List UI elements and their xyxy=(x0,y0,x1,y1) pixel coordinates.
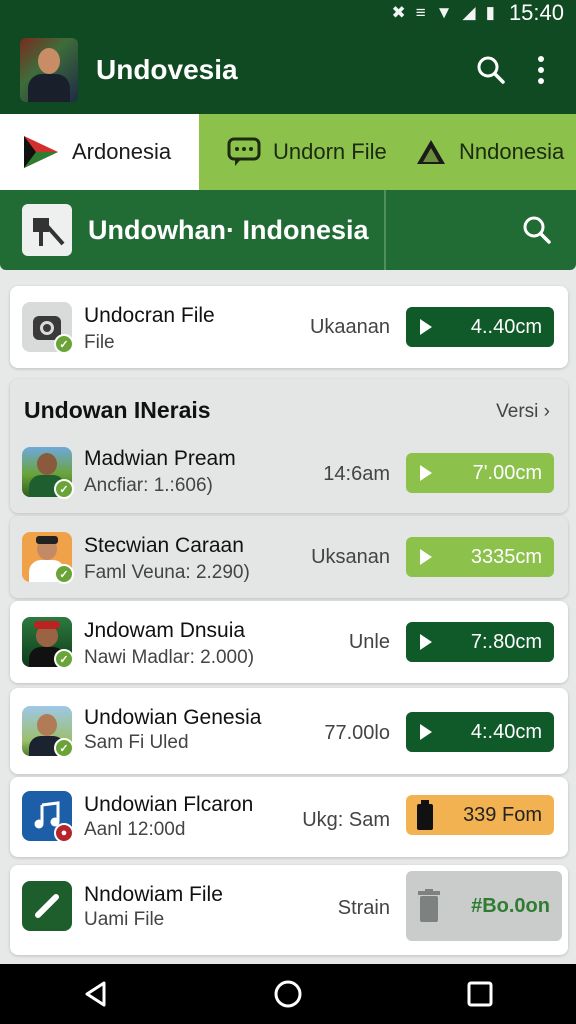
item-meta: 14:6am xyxy=(323,463,390,485)
action-label: 7:.80cm xyxy=(470,630,542,653)
section-card: Undowan INerais Versi › ✓ Madwian Pream … xyxy=(10,379,568,513)
action-label: 339 Fom xyxy=(463,803,542,826)
list-item[interactable]: ● Undowian Flcaron Aanl 12:00d Ukg: Sam … xyxy=(10,777,568,857)
home-icon[interactable] xyxy=(258,964,318,1024)
see-more-link[interactable]: Versi › xyxy=(496,401,550,423)
avatar[interactable] xyxy=(20,38,78,102)
check-icon: ✓ xyxy=(54,564,74,584)
action-label: 3335cm xyxy=(470,545,542,568)
tool-thumbnail xyxy=(22,204,72,256)
play-button[interactable]: 3335cm xyxy=(406,537,554,577)
section-title: Undowan INerais xyxy=(24,397,211,423)
play-button[interactable]: 4..40cm xyxy=(406,307,554,347)
item-meta: Uksanan xyxy=(311,546,390,568)
trash-icon xyxy=(418,889,440,922)
item-title: Undowian Genesia xyxy=(84,706,262,729)
list-item[interactable]: ✓ Jndowam Dnsuia Nawi Madlar: 2.000) Unl… xyxy=(10,601,568,683)
play-icon xyxy=(420,465,432,481)
tab-undorn-file[interactable]: Undorn File xyxy=(199,114,395,190)
tab-label: Nndonesia xyxy=(459,139,565,164)
item-meta: Unle xyxy=(348,631,390,653)
search-header: Undowhan· Indonesia xyxy=(0,190,576,270)
system-nav-bar xyxy=(0,964,576,1024)
item-title: Jndowam Dnsuia xyxy=(84,619,246,642)
file-card[interactable]: ✓ Stecwian Caraan Faml Veuna: 2.290) Uks… xyxy=(10,516,568,598)
check-icon: ✓ xyxy=(54,738,74,758)
trash-button[interactable]: #Bo.0on xyxy=(406,871,562,941)
item-meta: 77.00lo xyxy=(324,722,390,744)
list-item[interactable]: ✓ Undocran File File Ukaanan 4..40cm xyxy=(10,286,568,368)
chevron-right-icon: › xyxy=(543,401,550,422)
play-button[interactable]: 4:.40cm xyxy=(406,712,554,752)
search-icon[interactable] xyxy=(466,45,516,95)
play-icon xyxy=(420,319,432,335)
download-button[interactable]: 339 Fom xyxy=(406,795,554,835)
action-label: #Bo.0on xyxy=(471,894,550,917)
item-subtitle: Nawi Madlar: 2.000) xyxy=(84,647,255,668)
app-title: Undovesia xyxy=(96,54,238,85)
file-card[interactable]: ✓ Undowian Genesia Sam Fi Uled 77.00lo 4… xyxy=(10,688,568,774)
check-icon: ✓ xyxy=(54,479,74,499)
item-subtitle: File xyxy=(84,332,115,353)
tab-label: Undorn File xyxy=(273,139,387,164)
list-item[interactable]: ✓ Undowian Genesia Sam Fi Uled 77.00lo 4… xyxy=(10,688,568,774)
tab-ardonesia[interactable]: Ardonesia xyxy=(0,114,199,190)
status-time: 15:40 xyxy=(508,0,564,25)
file-card[interactable]: ✓ Undocran File File Ukaanan 4..40cm xyxy=(10,286,568,368)
item-meta: Ukg: Sam xyxy=(302,809,390,831)
search-icon[interactable] xyxy=(386,215,576,245)
item-subtitle: Faml Veuna: 2.290) xyxy=(84,562,250,583)
play-icon xyxy=(420,724,432,740)
check-icon: ✓ xyxy=(54,334,74,354)
status-bar: ✖ ≡ ▼ ◢ ▮ 15:40 xyxy=(0,0,576,26)
wifi-icon: ▼ xyxy=(435,3,453,22)
play-button[interactable]: 7'.00cm xyxy=(406,453,554,493)
file-card[interactable]: Nndowiam File Uami File Strain #Bo.0on xyxy=(10,865,568,955)
search-title: Undowhan· Indonesia xyxy=(88,214,369,245)
back-icon[interactable] xyxy=(66,964,126,1024)
item-title: Stecwian Caraan xyxy=(84,534,244,557)
more-vert-icon[interactable] xyxy=(516,45,566,95)
signal-icon: ≡ xyxy=(415,3,426,22)
pencil-icon xyxy=(22,881,72,931)
list-item[interactable]: ✓ Stecwian Caraan Faml Veuna: 2.290) Uks… xyxy=(10,516,568,598)
action-label: 4:.40cm xyxy=(470,720,542,743)
item-meta: Ukaanan xyxy=(309,316,390,338)
play-icon xyxy=(420,634,432,650)
app-bar: Undovesia xyxy=(0,26,576,114)
item-title: Undowian Flcaron xyxy=(84,793,254,816)
item-subtitle: Uami File xyxy=(84,909,165,930)
action-label: 7'.00cm xyxy=(472,461,542,484)
check-icon: ✓ xyxy=(54,649,74,669)
tab-nndonesia[interactable]: Nndonesia xyxy=(395,114,576,190)
action-label: 4..40cm xyxy=(470,315,542,338)
file-card[interactable]: ✓ Jndowam Dnsuia Nawi Madlar: 2.000) Unl… xyxy=(10,601,568,683)
tab-bar: Ardonesia Undorn File Nndonesia xyxy=(0,114,576,190)
recents-icon[interactable] xyxy=(450,964,510,1024)
tab-label: Ardonesia xyxy=(72,139,172,164)
cell-icon: ◢ xyxy=(462,3,476,22)
triangle-icon xyxy=(417,140,445,164)
battery-icon: ▮ xyxy=(485,3,495,22)
record-icon: ● xyxy=(54,823,74,843)
play-icon xyxy=(420,549,432,565)
list-item[interactable]: ✓ Madwian Pream Ancfiar: 1.:606) 14:6am … xyxy=(10,439,568,513)
list-item[interactable]: Nndowiam File Uami File Strain #Bo.0on xyxy=(10,865,568,949)
play-button[interactable]: 7:.80cm xyxy=(406,622,554,662)
section-header: Undowan INerais Versi › xyxy=(10,379,568,439)
item-title: Undocran File xyxy=(84,304,215,327)
file-card[interactable]: ● Undowian Flcaron Aanl 12:00d Ukg: Sam … xyxy=(10,777,568,857)
item-subtitle: Ancfiar: 1.:606) xyxy=(84,475,213,496)
item-title: Nndowiam File xyxy=(84,883,223,906)
chat-icon xyxy=(227,137,261,166)
play-store-icon xyxy=(24,136,58,168)
item-title: Madwian Pream xyxy=(84,447,236,470)
item-subtitle: Aanl 12:00d xyxy=(84,819,186,840)
item-meta: Strain xyxy=(337,897,390,919)
battery-icon xyxy=(417,800,433,830)
item-subtitle: Sam Fi Uled xyxy=(84,732,189,753)
see-more-label: Versi xyxy=(496,401,539,422)
mute-icon: ✖ xyxy=(391,3,406,22)
